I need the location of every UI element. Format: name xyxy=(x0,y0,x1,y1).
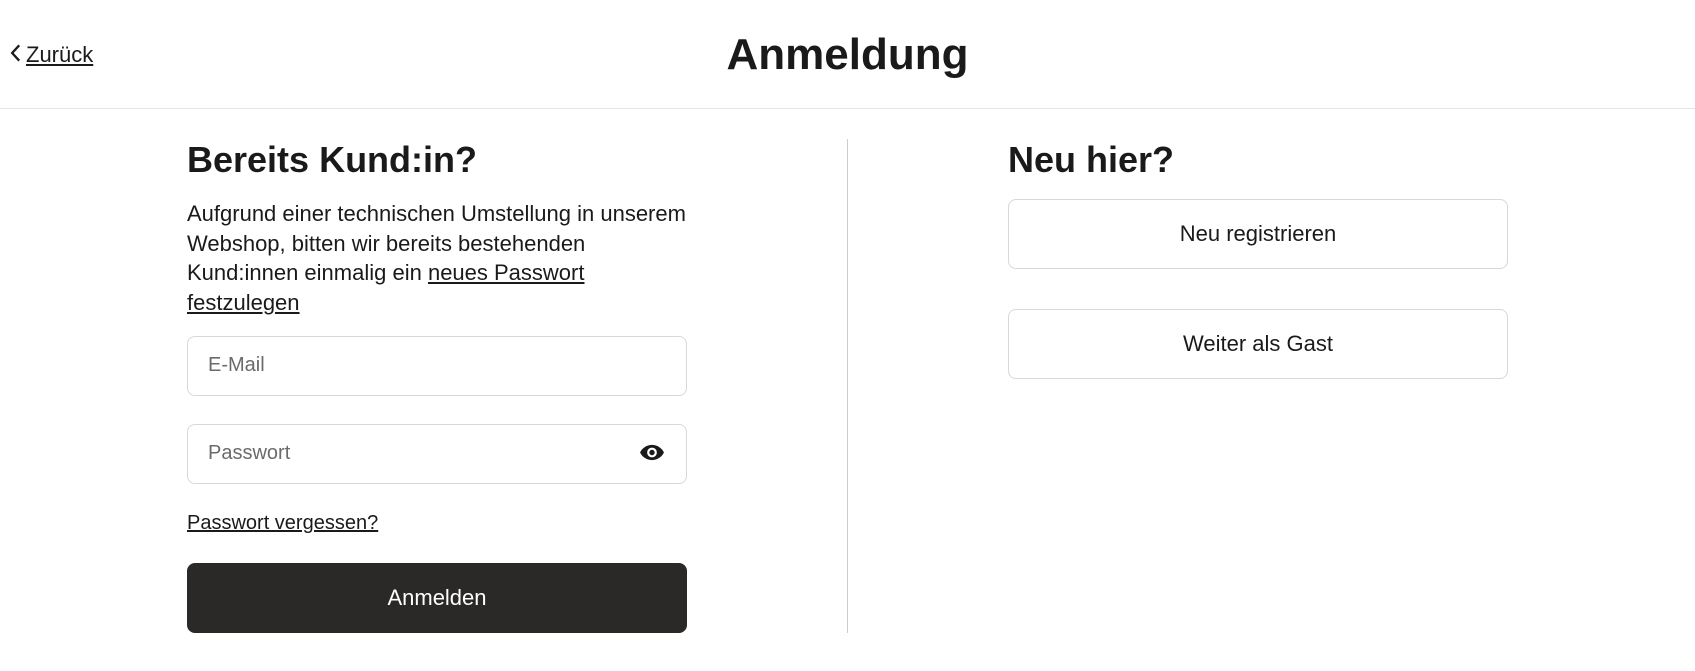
back-link[interactable]: Zurück xyxy=(10,42,93,68)
email-field-wrap xyxy=(187,336,687,396)
page-title: Anmeldung xyxy=(727,30,969,80)
chevron-left-icon xyxy=(10,42,22,68)
login-column: Bereits Kund:in? Aufgrund einer technisc… xyxy=(0,139,847,633)
toggle-password-visibility-button[interactable] xyxy=(633,433,671,474)
password-field-wrap xyxy=(187,424,687,484)
forgot-password-link[interactable]: Passwort vergessen? xyxy=(187,512,378,535)
content: Bereits Kund:in? Aufgrund einer technisc… xyxy=(0,109,1695,663)
register-column: Neu hier? Neu registrieren Weiter als Ga… xyxy=(848,139,1695,633)
register-button[interactable]: Neu registrieren xyxy=(1008,199,1508,269)
login-button[interactable]: Anmelden xyxy=(187,563,687,633)
password-field[interactable] xyxy=(187,424,687,484)
guest-checkout-button[interactable]: Weiter als Gast xyxy=(1008,309,1508,379)
login-heading: Bereits Kund:in? xyxy=(187,139,687,181)
email-field[interactable] xyxy=(187,336,687,396)
register-heading: Neu hier? xyxy=(1008,139,1508,181)
back-link-label: Zurück xyxy=(26,42,93,68)
eye-icon xyxy=(639,453,665,468)
login-notice: Aufgrund einer technischen Umstellung in… xyxy=(187,199,687,318)
page-header: Zurück Anmeldung xyxy=(0,0,1695,109)
